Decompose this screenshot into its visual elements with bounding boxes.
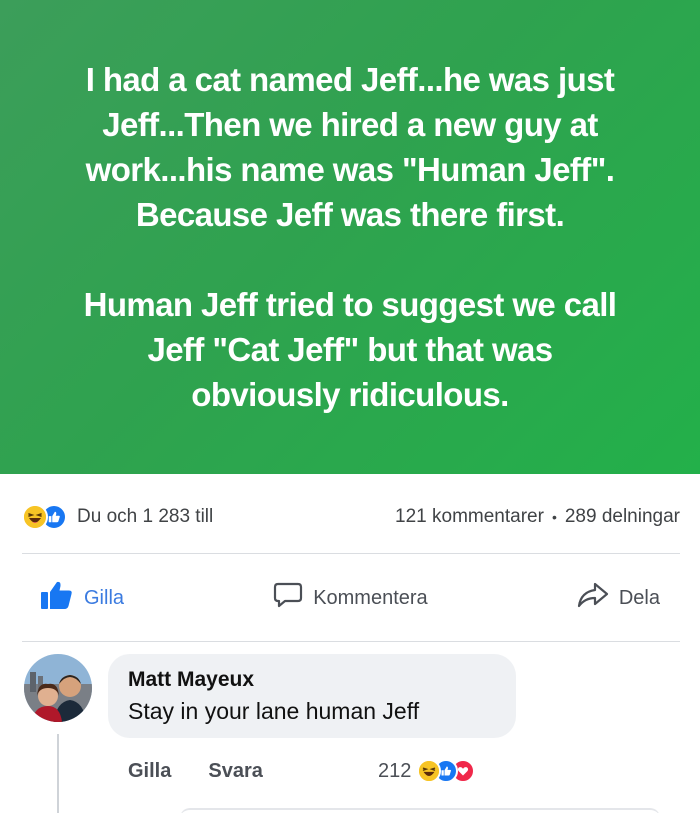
comment-bubble: Matt Mayeux Stay in your lane human Jeff [108,654,516,738]
comment-reaction-summary[interactable]: 212 [378,759,476,783]
comments-count-link[interactable]: 121 kommentarer [395,506,544,528]
post-actions: Gilla Kommentera Dela [40,570,660,626]
comment-button[interactable]: Kommentera [273,581,428,615]
post-text-banner: I had a cat named Jeff...he was just Jef… [0,0,700,474]
share-arrow-icon [577,581,609,615]
comment-reaction-icons [417,759,476,783]
post-text: I had a cat named Jeff...he was just Jef… [84,57,617,417]
share-label: Dela [618,586,660,609]
thread-line [57,734,59,813]
comment-text: Stay in your lane human Jeff [128,698,420,724]
comment-bubble-icon [273,581,303,615]
reaction-summary[interactable]: Du och 1 283 till [22,504,213,530]
post-line: obviously ridiculous. [191,376,509,413]
divider [22,553,680,554]
comment-actions: Gilla Svara 212 [128,756,548,786]
thumbs-up-icon [40,580,74,616]
reactions-text: Du och 1 283 till [77,506,214,527]
haha-reaction-icon [417,759,442,783]
comment: Matt Mayeux Stay in your lane human Jeff… [0,650,700,813]
separator-dot: • [551,509,557,525]
comment-reaction-count: 212 [378,759,412,782]
engagement-counts: 121 kommentarer • 289 delningar [395,506,680,528]
post-stats: Du och 1 283 till 121 kommentarer • 289 … [22,500,680,534]
like-label: Gilla [84,586,125,609]
avatar[interactable] [24,654,92,722]
post-line: Jeff "Cat Jeff" but that was [147,331,553,368]
divider [22,641,680,642]
comment-like-button[interactable]: Gilla [128,760,171,783]
comment-reply-button[interactable]: Svara [208,760,263,783]
post-line: Human Jeff tried to suggest we call [83,286,617,323]
share-button[interactable]: Dela [577,581,660,615]
post-line: I had a cat named Jeff...he was just [85,61,615,98]
like-button[interactable]: Gilla [40,580,124,616]
shares-count-link[interactable]: 289 delningar [565,506,680,528]
post-line: Because Jeff was there first. [135,196,565,233]
comment-label: Kommentera [313,586,428,609]
haha-reaction-icon [22,504,48,530]
reply-input-edge[interactable] [180,808,660,813]
comment-author[interactable]: Matt Mayeux [128,666,496,694]
reaction-icons [22,504,67,530]
post-line: work...his name was "Human Jeff". [85,151,615,188]
post-line: Jeff...Then we hired a new guy at [102,106,598,143]
